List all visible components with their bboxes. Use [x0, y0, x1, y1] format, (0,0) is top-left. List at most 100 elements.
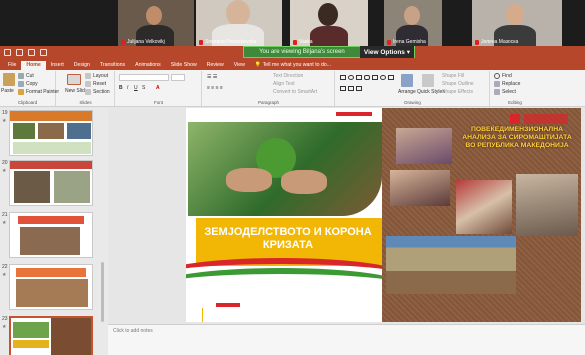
participant-video	[318, 3, 338, 26]
section-button[interactable]: Section	[85, 89, 110, 95]
tab-file[interactable]: File	[3, 61, 21, 70]
right-cover-logo	[510, 114, 520, 124]
convert-smartart-button[interactable]: Convert to SmartArt	[273, 89, 317, 95]
slide-number: 22	[2, 264, 8, 270]
new-slide-icon[interactable]	[67, 74, 81, 85]
shape-outline-button[interactable]: Shape Outline	[442, 81, 474, 87]
scissors-icon	[18, 73, 24, 79]
participant-video	[506, 4, 524, 25]
drawing-group: Arrange Quick Styles Shape Fill Shape Ou…	[336, 71, 490, 106]
participant-tile[interactable]: Јелена Мазоска	[472, 0, 562, 46]
reset-button[interactable]: Reset	[85, 81, 106, 87]
select-button[interactable]: Select	[494, 89, 516, 95]
present-icon[interactable]	[40, 49, 47, 56]
cover-logo-strip	[336, 112, 372, 116]
slide-canvas[interactable]: ЗЕМЈОДЕЛСТВОТО И КОРОНА КРИЗАТА ПОВЕЌЕДИ…	[186, 108, 581, 322]
star-icon: ★	[2, 272, 7, 278]
font-name-input[interactable]	[119, 74, 169, 81]
save-icon[interactable]	[4, 49, 11, 56]
slide-number: 21	[2, 212, 8, 218]
font-size-input[interactable]	[171, 74, 185, 81]
group-label: Drawing	[404, 100, 421, 105]
slide-thumbnail-selected[interactable]	[9, 316, 93, 355]
bullets-icon[interactable]: ☰ ☰	[207, 74, 217, 80]
view-options-button[interactable]: View Options ▾	[359, 46, 414, 58]
tab-transitions[interactable]: Transitions	[95, 61, 130, 70]
screen-share-banner: You are viewing Biljana's screen View Op…	[243, 46, 415, 58]
editing-group: Find Replace Select Editing	[491, 71, 539, 106]
copy-button[interactable]: Copy	[18, 81, 38, 87]
cursor-icon	[494, 89, 500, 95]
slide-thumbnail[interactable]	[9, 212, 93, 258]
underline-icon[interactable]: U	[134, 85, 138, 91]
font-color-icon[interactable]: A	[156, 85, 160, 91]
arrange-icon[interactable]	[401, 74, 413, 87]
participant-tile[interactable]: Snezana Petrushevska	[196, 0, 282, 46]
mic-muted-icon	[121, 39, 125, 45]
quick-access-toolbar	[4, 49, 47, 56]
right-cover: ПОВЕЌЕДИМЕНЗИОНАЛНА АНАЛИЗА ЗА СИРОМАШТИ…	[382, 108, 581, 322]
participant-tile[interactable]: Vaska	[290, 0, 368, 46]
layout-icon	[85, 73, 91, 79]
search-icon	[494, 73, 500, 79]
replace-icon	[494, 81, 500, 87]
ribbon: Paste Cut Copy Format Painter Clipboard …	[0, 70, 585, 107]
layout-button[interactable]: Layout	[85, 73, 108, 79]
group-label: Font	[153, 100, 163, 105]
tab-view[interactable]: View	[229, 61, 250, 70]
participant-tile[interactable]: Julijana Velkovikj	[118, 0, 194, 46]
align-text-button[interactable]: Align Text	[273, 81, 295, 87]
tab-animations[interactable]: Animations	[130, 61, 166, 70]
star-icon: ★	[2, 324, 7, 330]
tab-home[interactable]: Home	[21, 61, 46, 70]
slide-number: 23	[2, 316, 8, 322]
italic-icon[interactable]: I	[127, 85, 128, 91]
cut-button[interactable]: Cut	[18, 73, 34, 79]
tab-design[interactable]: Design	[69, 61, 95, 70]
shape-fill-button[interactable]: Shape Fill	[442, 73, 464, 79]
quick-styles-button[interactable]: Quick Styles	[417, 89, 445, 95]
tab-slide-show[interactable]: Slide Show	[166, 61, 202, 70]
slide-thumbnail[interactable]	[9, 264, 93, 310]
star-icon: ★	[2, 118, 7, 124]
replace-button[interactable]: Replace	[494, 81, 520, 87]
format-painter-button[interactable]: Format Painter	[18, 89, 59, 95]
paragraph-group: ☰ ☰ ≡ ≡ ≡ ≡ Text Direction Align Text Co…	[203, 71, 335, 106]
text-direction-button[interactable]: Text Direction	[273, 73, 303, 79]
cover-footer-logo	[216, 303, 240, 307]
find-button[interactable]: Find	[494, 73, 512, 79]
paste-icon[interactable]	[3, 73, 15, 86]
align-icon[interactable]: ≡ ≡ ≡ ≡	[207, 85, 223, 91]
slide-thumbnail[interactable]	[9, 160, 93, 206]
font-group: B I U S A Font	[116, 71, 202, 106]
slide-thumbnail-pane: 19 ★ 20 ★ 21 ★ 22 ★ 23 ★	[0, 108, 108, 355]
mic-muted-icon	[387, 39, 391, 45]
bold-icon[interactable]: B	[119, 85, 123, 91]
star-icon: ★	[2, 220, 7, 226]
photo-family	[456, 180, 512, 234]
section-icon	[85, 89, 91, 95]
slide-number: 20	[2, 160, 8, 166]
clipboard-group: Paste Cut Copy Format Painter Clipboard	[0, 71, 59, 106]
star-icon: ★	[2, 168, 7, 174]
thumbnail-scrollbar[interactable]	[100, 112, 105, 350]
quick-styles-icon[interactable]	[422, 74, 434, 87]
shapes-gallery[interactable]	[340, 75, 396, 95]
tab-review[interactable]: Review	[202, 61, 229, 70]
title-bar: You are viewing Biljana's screen View Op…	[0, 46, 585, 60]
arrange-button[interactable]: Arrange	[398, 89, 416, 95]
shape-effects-button[interactable]: Shape Effects	[442, 89, 473, 95]
tell-me-search[interactable]: 💡 Tell me what you want to do...	[250, 61, 336, 70]
photo-old-man	[516, 174, 578, 236]
slide-thumbnail[interactable]	[9, 110, 93, 156]
participant-video	[226, 0, 250, 26]
undo-icon[interactable]	[16, 49, 23, 56]
tab-insert[interactable]: Insert	[46, 61, 69, 70]
notes-pane[interactable]: Click to add notes	[108, 324, 585, 355]
group-label: Slides	[79, 100, 92, 105]
redo-icon[interactable]	[28, 49, 35, 56]
paste-button[interactable]: Paste	[1, 88, 14, 94]
copy-icon	[18, 81, 24, 87]
strikethrough-icon[interactable]: S	[142, 85, 145, 91]
participant-tile[interactable]: Irena Gemisha	[384, 0, 442, 46]
